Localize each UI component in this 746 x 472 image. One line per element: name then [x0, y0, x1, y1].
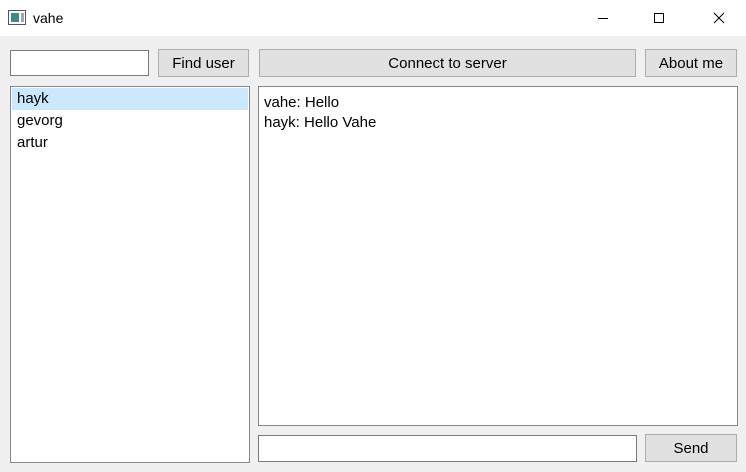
- list-item[interactable]: gevorg: [12, 110, 248, 132]
- close-button[interactable]: [696, 0, 742, 36]
- message-input[interactable]: [258, 435, 637, 462]
- find-user-button[interactable]: Find user: [158, 49, 249, 77]
- maximize-icon: [654, 13, 664, 23]
- minimize-button[interactable]: [580, 0, 626, 36]
- title-bar: vahe: [0, 0, 746, 36]
- chat-log[interactable]: vahe: Hello hayk: Hello Vahe: [258, 86, 738, 426]
- list-item[interactable]: hayk: [12, 88, 248, 110]
- about-me-button[interactable]: About me: [645, 49, 737, 77]
- maximize-button[interactable]: [636, 0, 682, 36]
- user-list[interactable]: hayk gevorg artur: [10, 86, 250, 463]
- chat-message: vahe: Hello: [264, 94, 340, 111]
- chat-message: hayk: Hello Vahe: [264, 114, 377, 131]
- search-user-input[interactable]: [10, 50, 149, 76]
- minimize-icon: [598, 18, 608, 19]
- connect-to-server-button[interactable]: Connect to server: [259, 49, 636, 77]
- list-item[interactable]: artur: [12, 132, 248, 154]
- window-title: vahe: [33, 10, 64, 26]
- close-icon: [713, 12, 725, 24]
- window-app-icon: [8, 10, 26, 25]
- send-button[interactable]: Send: [645, 434, 737, 462]
